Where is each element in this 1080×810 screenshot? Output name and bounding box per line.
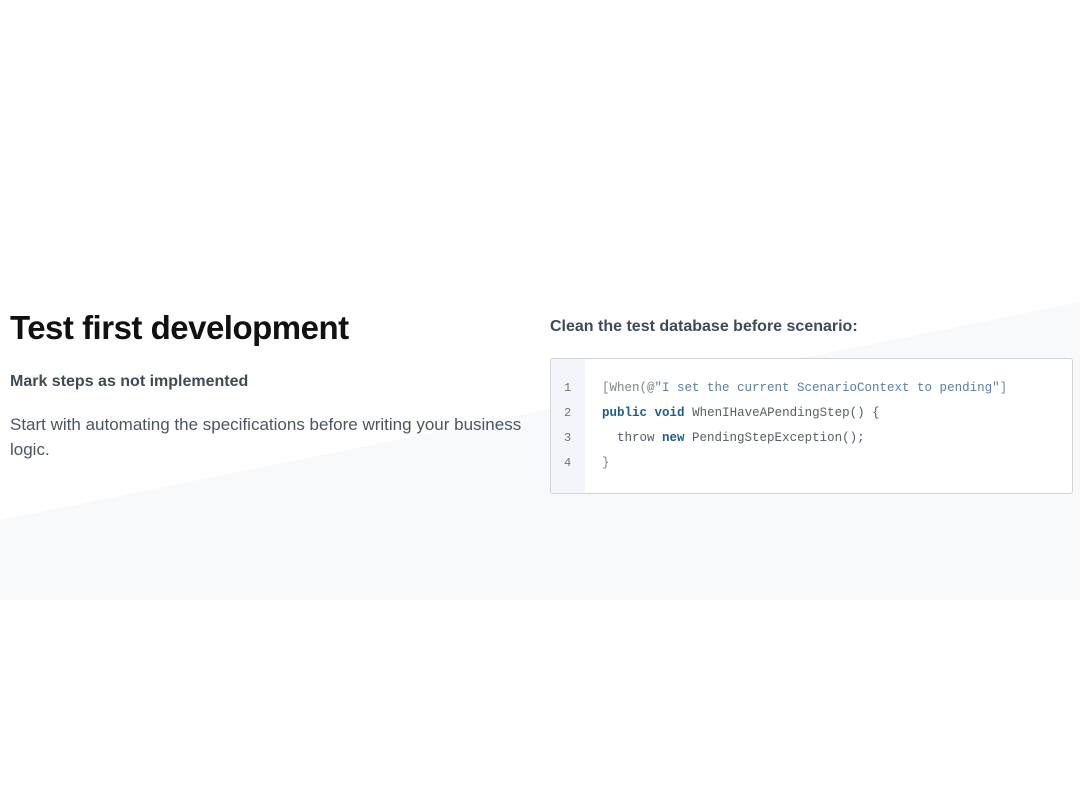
section-description: Start with automating the specifications… xyxy=(10,415,522,459)
code-line: [When(@"I set the current ScenarioContex… xyxy=(602,376,1072,401)
code-keyword: void xyxy=(654,406,685,420)
feature-text-column: Test first development Mark steps as not… xyxy=(10,308,535,462)
line-number: 3 xyxy=(564,431,572,445)
code-line: public void WhenIHaveAPendingStep() { xyxy=(602,401,1072,426)
code-token: ] xyxy=(999,381,1008,395)
code-token: PendingStepException(); xyxy=(684,431,865,445)
section-title: Test first development xyxy=(10,309,349,346)
code-string: "I set the current ScenarioContext to pe… xyxy=(654,381,1000,395)
code-keyword: public xyxy=(602,406,648,420)
code-example-column: Clean the test database before scenario:… xyxy=(550,316,1073,494)
code-content[interactable]: [When(@"I set the current ScenarioContex… xyxy=(585,359,1072,493)
code-token: WhenIHaveAPendingStep() { xyxy=(692,406,880,420)
code-token: [When(@ xyxy=(602,381,655,395)
line-number-gutter: 1 2 3 4 xyxy=(551,359,585,493)
line-number: 1 xyxy=(564,381,572,395)
line-number: 4 xyxy=(564,456,572,470)
code-heading: Clean the test database before scenario: xyxy=(550,318,858,335)
section-subtitle: Mark steps as not implemented xyxy=(10,373,249,390)
code-line: throw new PendingStepException(); xyxy=(602,426,1072,451)
line-number: 2 xyxy=(564,406,572,420)
code-token: throw xyxy=(617,431,663,445)
code-line: } xyxy=(602,456,610,470)
code-block[interactable]: 1 2 3 4 [When(@"I set the current Scenar… xyxy=(550,358,1073,494)
code-keyword: new xyxy=(662,431,685,445)
